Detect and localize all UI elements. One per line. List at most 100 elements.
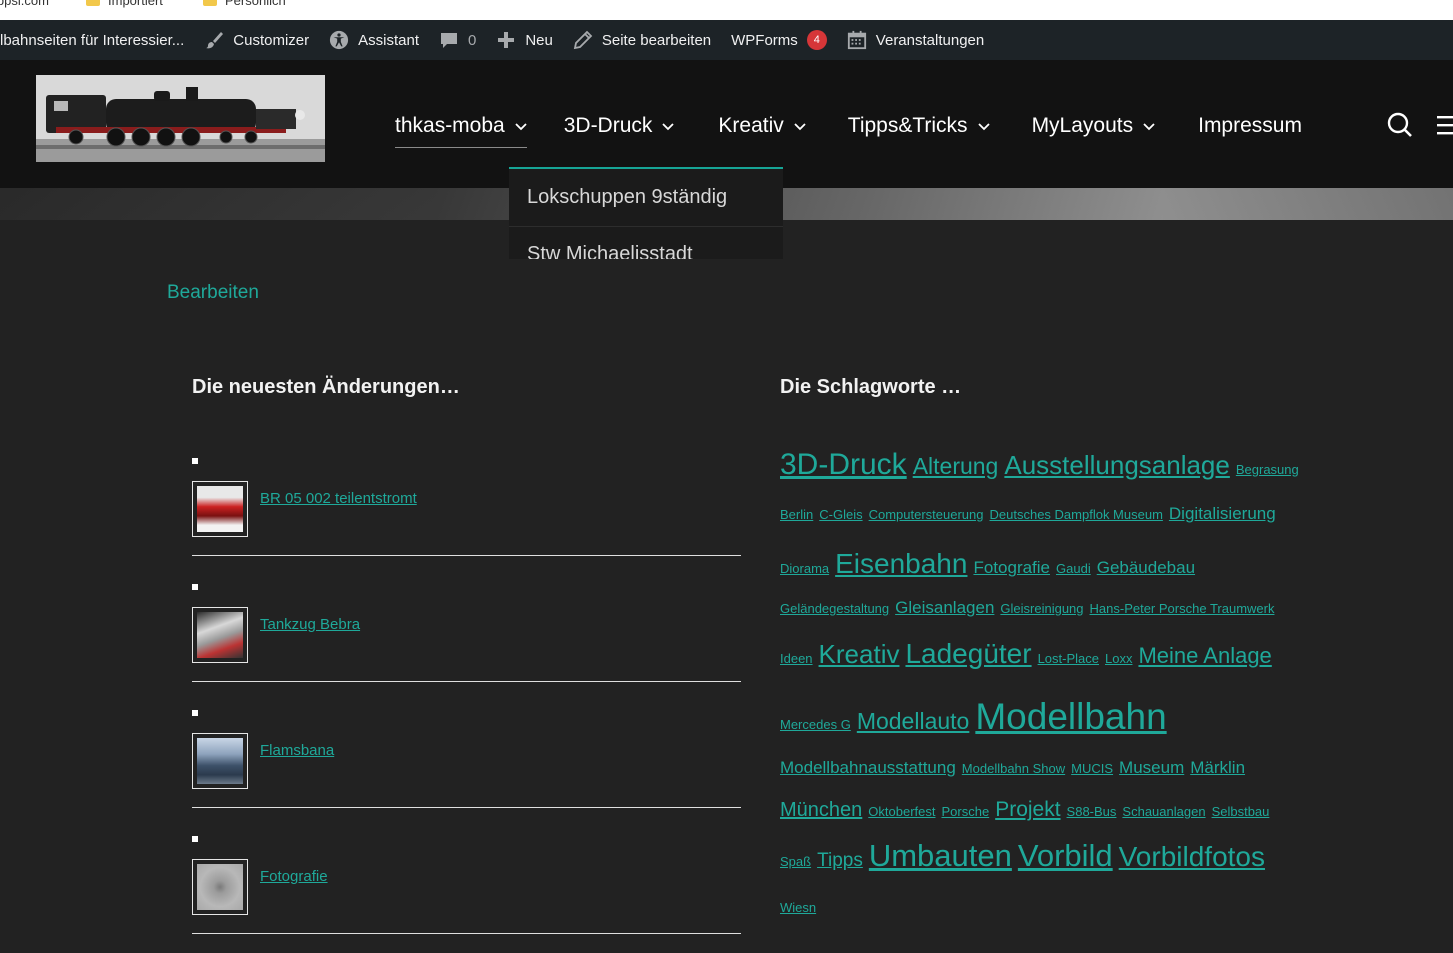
tag-link[interactable]: Kreativ: [819, 639, 900, 670]
tag-link[interactable]: Fotografie: [973, 558, 1050, 578]
tag-cloud-title: Die Schlagworte …: [780, 376, 962, 398]
tag-link[interactable]: Hans-Peter Porsche Traumwerk: [1090, 601, 1275, 616]
admin-comments[interactable]: 0: [429, 20, 486, 60]
admin-wpforms[interactable]: WPForms 4: [721, 20, 837, 60]
search-icon[interactable]: [1386, 111, 1414, 139]
wpforms-notification-badge: 4: [806, 30, 827, 50]
recent-posts-title: Die neuesten Änderungen…: [192, 376, 460, 398]
chevron-down-icon: [794, 120, 806, 132]
tag-link[interactable]: Modellbahn Show: [962, 761, 1065, 776]
nav-item-thkas-moba[interactable]: thkas-moba: [395, 104, 527, 148]
tag-link[interactable]: Selbstbau: [1212, 804, 1270, 819]
tag-cloud-line: Mercedes G Modellauto Modellbahn: [780, 696, 1167, 738]
bookmark-folder-personal[interactable]: Persönlich: [203, 0, 286, 8]
tag-link[interactable]: Spaß: [780, 854, 811, 869]
tag-link[interactable]: Schauanlagen: [1122, 804, 1205, 819]
tag-link[interactable]: Wiesn: [780, 900, 816, 915]
admin-events[interactable]: Veranstaltungen: [837, 20, 994, 60]
tag-link[interactable]: 3D-Druck: [780, 448, 907, 482]
nav-item-kreativ[interactable]: Kreativ: [718, 104, 806, 148]
tag-link[interactable]: Diorama: [780, 561, 829, 576]
tag-link[interactable]: Porsche: [941, 804, 989, 819]
tag-link[interactable]: Gebäudebau: [1097, 558, 1195, 578]
post-link[interactable]: Fotografie: [260, 868, 328, 885]
tag-link[interactable]: Modellbahnausstattung: [780, 758, 956, 778]
tag-link[interactable]: Märklin: [1190, 758, 1245, 778]
tag-cloud-line: Spaß Tipps Umbauten Vorbild Vorbildfotos: [780, 838, 1265, 874]
post-link[interactable]: BR 05 002 teilentstromt: [260, 490, 417, 507]
tag-link[interactable]: Geländegestaltung: [780, 601, 889, 616]
tag-link[interactable]: Museum: [1119, 758, 1184, 778]
tag-link[interactable]: Loxx: [1105, 651, 1132, 666]
tag-link[interactable]: Mercedes G: [780, 717, 851, 732]
tag-link[interactable]: Digitalisierung: [1169, 504, 1276, 524]
post-link[interactable]: Flamsbana: [260, 742, 334, 759]
customizer-label: Customizer: [233, 31, 310, 49]
post-thumbnail[interactable]: [192, 607, 248, 663]
comment-icon: [439, 30, 459, 50]
tag-link[interactable]: Eisenbahn: [835, 548, 967, 580]
events-label: Veranstaltungen: [875, 31, 985, 49]
tag-link[interactable]: Begrasung: [1236, 462, 1299, 477]
tag-link[interactable]: Alterung: [913, 453, 999, 480]
dropdown-item-lokschuppen[interactable]: Lokschuppen 9ständig: [509, 169, 783, 227]
tag-link[interactable]: Oktoberfest: [868, 804, 935, 819]
nav-item-tipps-tricks[interactable]: Tipps&Tricks: [848, 104, 990, 148]
tag-link[interactable]: Modellauto: [857, 708, 970, 735]
nav-label: 3D-Druck: [563, 114, 653, 137]
wpforms-label: WPForms: [731, 31, 798, 49]
tag-link[interactable]: Deutsches Dampflok Museum: [990, 507, 1163, 522]
bookmark-item[interactable]: ippsi.com: [0, 0, 49, 8]
tag-link[interactable]: Ausstellungsanlage: [1004, 450, 1230, 481]
tag-link[interactable]: Ladegüter: [905, 638, 1031, 670]
tag-link[interactable]: Gleisreinigung: [1000, 601, 1083, 616]
tag-link[interactable]: Ideen: [780, 651, 813, 666]
tag-cloud-line: Diorama Eisenbahn Fotografie Gaudi Gebäudeba…: [780, 548, 1195, 580]
tag-link[interactable]: Tipps: [817, 850, 863, 872]
tag-link[interactable]: Gleisanlagen: [895, 598, 994, 618]
tag-link[interactable]: Lost-Place: [1038, 651, 1099, 666]
admin-edit-page[interactable]: Seite bearbeiten: [563, 20, 721, 60]
menu-icon[interactable]: [1437, 114, 1453, 136]
list-item: Tankzug Bebra: [192, 556, 741, 682]
admin-customizer[interactable]: Customizer: [194, 20, 319, 60]
tag-link[interactable]: München: [780, 799, 862, 822]
post-thumbnail[interactable]: [192, 733, 248, 789]
nav-label: Tipps&Tricks: [847, 114, 968, 137]
tag-cloud-line: Berlin C-Gleis Computersteuerung Deutsches …: [780, 504, 1276, 524]
nav-item-mylayouts[interactable]: MyLayouts: [1032, 104, 1156, 148]
tag-link[interactable]: Vorbildfotos: [1119, 841, 1265, 873]
tag-link[interactable]: S88-Bus: [1067, 804, 1117, 819]
locomotive-logo-image: [36, 75, 325, 162]
nav-item-3d-druck[interactable]: 3D-Druck: [564, 104, 675, 148]
tag-link[interactable]: Berlin: [780, 507, 813, 522]
post-link[interactable]: Tankzug Bebra: [260, 616, 360, 633]
bookmark-folder-imported[interactable]: Importiert: [86, 0, 163, 8]
folder-icon: [86, 0, 100, 6]
edit-page-link[interactable]: Bearbeiten: [167, 282, 259, 304]
admin-site-name[interactable]: lbahnseiten für Interessier...: [0, 20, 194, 60]
nav-item-impressum[interactable]: Impressum: [1198, 104, 1302, 148]
tag-link[interactable]: Modellbahn: [975, 696, 1166, 738]
tag-cloud-line: Ideen Kreativ Ladegüter Lost-Place Loxx Meine…: [780, 638, 1272, 670]
post-thumbnail[interactable]: [192, 481, 248, 537]
list-bullet: [192, 710, 198, 716]
nav-dropdown-thkas-moba: Lokschuppen 9ständig Stw Michaelisstadt: [509, 167, 783, 259]
tag-link[interactable]: Computersteuerung: [869, 507, 984, 522]
admin-assistant[interactable]: Assistant: [319, 20, 429, 60]
tag-link[interactable]: Projekt: [995, 798, 1060, 822]
tag-link[interactable]: Umbauten: [869, 838, 1012, 874]
chevron-down-icon: [977, 120, 990, 132]
post-thumbnail[interactable]: [192, 859, 248, 915]
tag-link[interactable]: Gaudi: [1056, 561, 1091, 576]
tag-link[interactable]: Vorbild: [1018, 838, 1113, 874]
list-bullet: [192, 584, 198, 590]
dropdown-item-stw-michaelisstadt[interactable]: Stw Michaelisstadt: [509, 227, 783, 259]
tag-link[interactable]: C-Gleis: [819, 507, 862, 522]
tag-link[interactable]: MUCIS: [1071, 761, 1113, 776]
site-logo[interactable]: [36, 75, 325, 162]
tag-link[interactable]: Meine Anlage: [1138, 643, 1271, 669]
thumbnail-image: [197, 864, 243, 910]
bookmark-label: Persönlich: [225, 0, 286, 8]
admin-new[interactable]: Neu: [486, 20, 563, 60]
